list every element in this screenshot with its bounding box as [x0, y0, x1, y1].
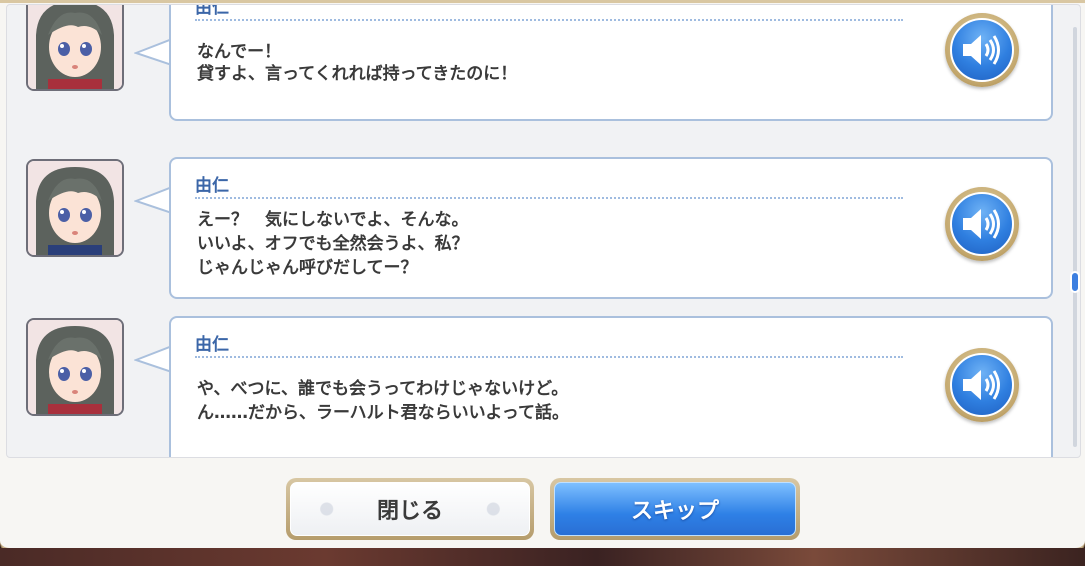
voice-play-button[interactable] — [945, 13, 1019, 87]
dialogue-line: 貸すよ、言ってくれれば持ってきたのに！ — [197, 64, 518, 84]
speaker-volume-icon — [963, 209, 1000, 239]
close-button-label: 閉じる — [376, 499, 443, 524]
speaker-name: 由仁 — [195, 335, 229, 354]
window-top-border — [0, 0, 1085, 3]
character-portrait — [26, 159, 124, 257]
skip-button[interactable]: スキップ — [550, 478, 800, 540]
bubble-tail-icon — [134, 38, 172, 66]
dialogue-entry: 由仁 なんでー！ 貸すよ、言ってくれれば持ってきたのに！ — [7, 4, 1080, 131]
dialogue-log-list[interactable]: 由仁 なんでー！ 貸すよ、言ってくれれば持ってきたのに！ 由仁 えー？ 気にしな… — [6, 4, 1081, 458]
speaker-volume-icon — [963, 35, 1000, 65]
voice-play-button[interactable] — [945, 348, 1019, 422]
character-face-icon — [28, 161, 122, 255]
skip-button-label: スキップ — [630, 499, 719, 524]
background-scene — [0, 548, 1085, 566]
speaker-name: 由仁 — [195, 176, 229, 195]
skip-button-face: スキップ — [554, 482, 796, 536]
dialogue-line: や、べつに、誰でも会うってわけじゃないけど。 — [197, 379, 569, 399]
dialogue-line: じゃんじゃん呼びだしてー？ — [197, 258, 418, 278]
character-face-icon — [28, 5, 122, 89]
bubble-tail-icon — [134, 345, 172, 373]
bubble-tail-icon — [134, 186, 172, 214]
dialogue-line: えー？ 気にしないでよ、そんな。 — [197, 210, 469, 230]
character-portrait — [26, 5, 124, 91]
dialogue-entry: 由仁 や、べつに、誰でも会うってわけじゃないけど。 ん……だから、ラーハルト君な… — [7, 314, 1080, 457]
speaker-name: 由仁 — [195, 4, 229, 17]
voice-play-button[interactable] — [945, 187, 1019, 261]
dialogue-line: ん……だから、ラーハルト君ならいいよって話。 — [197, 403, 569, 423]
close-button[interactable]: 閉じる — [286, 478, 534, 540]
speaker-underline — [195, 197, 903, 199]
dialogue-line: なんでー！ — [197, 42, 282, 62]
character-face-icon — [28, 320, 122, 414]
dialogue-line: いいよ、オフでも全然会うよ、私？ — [197, 234, 469, 254]
dialogue-entry: 由仁 えー？ 気にしないでよ、そんな。 いいよ、オフでも全然会うよ、私？ じゃん… — [7, 155, 1080, 305]
backlog-window: 由仁 なんでー！ 貸すよ、言ってくれれば持ってきたのに！ 由仁 えー？ 気にしな… — [0, 0, 1085, 551]
close-button-face: 閉じる — [290, 482, 530, 536]
speaker-underline — [195, 356, 903, 358]
character-portrait — [26, 318, 124, 416]
log-scrollbar-track[interactable] — [1073, 27, 1077, 447]
speaker-underline — [195, 19, 903, 21]
log-scrollbar-thumb[interactable] — [1070, 271, 1080, 293]
speaker-volume-icon — [963, 370, 1000, 400]
